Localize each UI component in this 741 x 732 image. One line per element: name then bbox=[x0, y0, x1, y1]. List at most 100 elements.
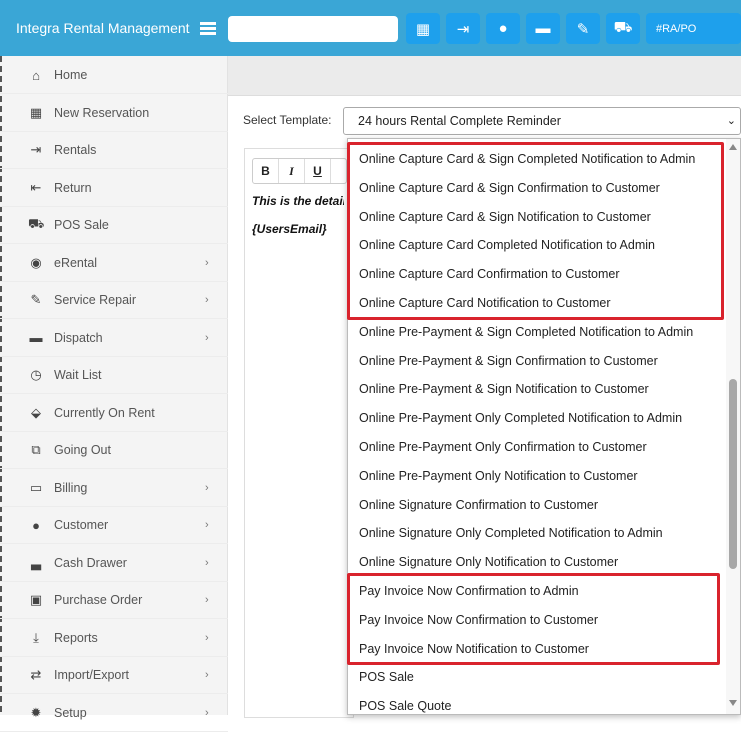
globe-icon: ◉ bbox=[30, 254, 42, 270]
exchange-icon: ⇄ bbox=[30, 667, 42, 682]
sidebar-item-label: Return bbox=[54, 180, 92, 195]
sidebar-item-setup[interactable]: ✹ Setup › bbox=[0, 695, 228, 732]
cart-icon: ⛟ bbox=[28, 216, 45, 231]
sidebar-item-erental[interactable]: ◉ eRental › bbox=[0, 245, 228, 282]
laptop-icon: ▃ bbox=[31, 554, 41, 570]
chevron-right-icon: › bbox=[205, 556, 209, 569]
sidebar-item-dispatch[interactable]: ▬ Dispatch › bbox=[0, 320, 228, 357]
italic-button[interactable]: I bbox=[279, 159, 305, 183]
content-header-bar bbox=[228, 56, 741, 96]
sidebar-item-label: Purchase Order bbox=[54, 593, 143, 607]
scrollbar[interactable] bbox=[726, 139, 740, 714]
sidebar-item-currently-on-rent[interactable]: ⬙ Currently On Rent bbox=[0, 395, 228, 432]
sidebar-item-label: New Reservation bbox=[54, 105, 150, 120]
sidebar-item-reports[interactable]: ⤓ Reports › bbox=[0, 620, 228, 657]
dropdown-option[interactable]: Online Pre-Payment Only Completed Notifi… bbox=[359, 404, 682, 433]
chevron-down-icon: ⌄ bbox=[726, 115, 736, 127]
user-icon[interactable]: ● bbox=[486, 13, 520, 44]
scroll-up-icon[interactable] bbox=[729, 144, 737, 150]
sidebar-item-label: Home bbox=[54, 68, 88, 82]
calendar-icon: ▦ bbox=[29, 104, 43, 120]
dropdown-option[interactable]: POS Sale Quote bbox=[359, 692, 451, 714]
truck-icon: ▬ bbox=[29, 330, 43, 345]
dropdown-option[interactable]: Online Pre-Payment Only Confirmation to … bbox=[359, 433, 647, 462]
sidebar-item-pos-sale[interactable]: ⛟ POS Sale bbox=[0, 207, 228, 244]
template-select[interactable]: 24 hours Rental Complete Reminder ⌄ bbox=[343, 107, 741, 135]
chevron-right-icon: › bbox=[205, 256, 209, 269]
dropdown-option[interactable]: Online Pre-Payment Only Notification to … bbox=[359, 462, 638, 491]
brand-title[interactable]: Integra Rental Management bbox=[16, 0, 228, 56]
scrollbar-thumb[interactable] bbox=[729, 379, 737, 569]
calendar-icon[interactable]: ▦ bbox=[406, 13, 440, 44]
clock-icon: ◷ bbox=[30, 367, 42, 382]
home-icon: ⌂ bbox=[32, 67, 40, 83]
sidebar-item-purchase-order[interactable]: ▣ Purchase Order › bbox=[0, 582, 228, 619]
wrench-icon: ✎ bbox=[30, 292, 42, 307]
sidebar-item-label: Dispatch bbox=[54, 330, 103, 345]
chevron-right-icon: › bbox=[205, 669, 209, 681]
dropdown-option[interactable]: Online Signature Confirmation to Custome… bbox=[359, 491, 598, 520]
sidebar-item-label: Import/Export bbox=[54, 668, 130, 682]
sign-in-icon: ⇥ bbox=[30, 142, 42, 157]
external-link-icon: ⧉ bbox=[31, 442, 41, 457]
sidebar-item-wait-list[interactable]: ◷ Wait List bbox=[0, 357, 228, 394]
chevron-right-icon: › bbox=[205, 294, 209, 306]
sidebar-item-label: Going Out bbox=[54, 443, 111, 457]
sidebar-item-label: Rentals bbox=[54, 143, 97, 157]
sidebar-item-rentals[interactable]: ⇥ Rentals bbox=[0, 132, 228, 169]
dropdown-option[interactable]: Online Pre-Payment & Sign Confirmation t… bbox=[359, 347, 658, 376]
dropdown-option[interactable]: POS Sale bbox=[359, 663, 414, 692]
sidebar-item-label: POS Sale bbox=[54, 218, 109, 232]
wrench-icon[interactable]: ✎ bbox=[566, 13, 600, 44]
chevron-right-icon: › bbox=[205, 519, 209, 531]
sidebar-item-return[interactable]: ⇤ Return bbox=[0, 170, 228, 207]
truck-icon[interactable]: ▬ bbox=[526, 13, 560, 44]
search-input[interactable] bbox=[228, 16, 398, 42]
download-icon: ⤓ bbox=[33, 629, 39, 645]
sidebar-item-import-export[interactable]: ⇄ Import/Export › bbox=[0, 657, 228, 694]
credit-card-icon: ▭ bbox=[29, 479, 43, 495]
map-marker-icon: ⬙ bbox=[31, 404, 41, 420]
scroll-down-icon[interactable] bbox=[729, 700, 737, 706]
chevron-right-icon: › bbox=[205, 331, 209, 344]
sidebar-item-label: Service Repair bbox=[54, 293, 136, 307]
sidebar-item-label: Customer bbox=[54, 518, 109, 532]
sidebar-item-label: Cash Drawer bbox=[54, 555, 127, 570]
gear-icon: ✹ bbox=[30, 704, 42, 720]
sign-out-icon: ⇤ bbox=[30, 179, 42, 195]
chevron-right-icon: › bbox=[205, 631, 209, 644]
briefcase-icon: ▣ bbox=[29, 592, 43, 607]
sidebar-item-label: Reports bbox=[54, 630, 98, 645]
sidebar-item-billing[interactable]: ▭ Billing › bbox=[0, 470, 228, 507]
editor-text-line[interactable]: {UsersEmail} bbox=[252, 222, 344, 236]
chevron-right-icon: › bbox=[205, 481, 209, 494]
sidebar-item-label: Setup bbox=[54, 705, 87, 720]
dropdown-option[interactable]: Online Signature Only Completed Notifica… bbox=[359, 519, 663, 548]
user-icon: ● bbox=[32, 517, 40, 533]
dropdown-option[interactable]: Online Pre-Payment & Sign Completed Noti… bbox=[359, 318, 693, 347]
sidebar-item-customer[interactable]: ● Customer › bbox=[0, 507, 228, 544]
sidebar-item-label: eRental bbox=[54, 255, 98, 270]
sidebar-item-new-reservation[interactable]: ▦ New Reservation bbox=[0, 95, 228, 132]
sidebar-item-service-repair[interactable]: ✎ Service Repair › bbox=[0, 282, 228, 319]
bold-button[interactable]: B bbox=[253, 159, 279, 183]
template-selected-value: 24 hours Rental Complete Reminder bbox=[358, 114, 561, 128]
ra-po-button[interactable]: #RA/PO bbox=[646, 13, 741, 44]
sidebar-item-label: Currently On Rent bbox=[54, 405, 155, 420]
sidebar-item-label: Wait List bbox=[54, 368, 102, 382]
top-bar: Integra Rental Management ▦ ⇥ ● ▬ ✎ ⛟ #R… bbox=[0, 0, 741, 56]
sign-in-icon[interactable]: ⇥ bbox=[446, 13, 480, 44]
hamburger-menu-icon[interactable] bbox=[200, 22, 216, 35]
underline-button[interactable]: U bbox=[305, 159, 331, 183]
chevron-right-icon: › bbox=[205, 706, 209, 719]
editor-text-line[interactable]: This is the details bbox=[252, 194, 344, 208]
highlight-box bbox=[347, 142, 724, 320]
cart-icon[interactable]: ⛟ bbox=[606, 13, 640, 44]
sidebar-item-home[interactable]: ⌂ Home bbox=[0, 57, 228, 94]
sidebar-item-cash-drawer[interactable]: ▃ Cash Drawer › bbox=[0, 545, 228, 582]
chevron-right-icon: › bbox=[205, 594, 209, 606]
sidebar-item-going-out[interactable]: ⧉ Going Out bbox=[0, 432, 228, 469]
highlight-box bbox=[347, 573, 720, 665]
select-template-label: Select Template: bbox=[243, 113, 332, 127]
dropdown-option[interactable]: Online Pre-Payment & Sign Notification t… bbox=[359, 375, 649, 404]
